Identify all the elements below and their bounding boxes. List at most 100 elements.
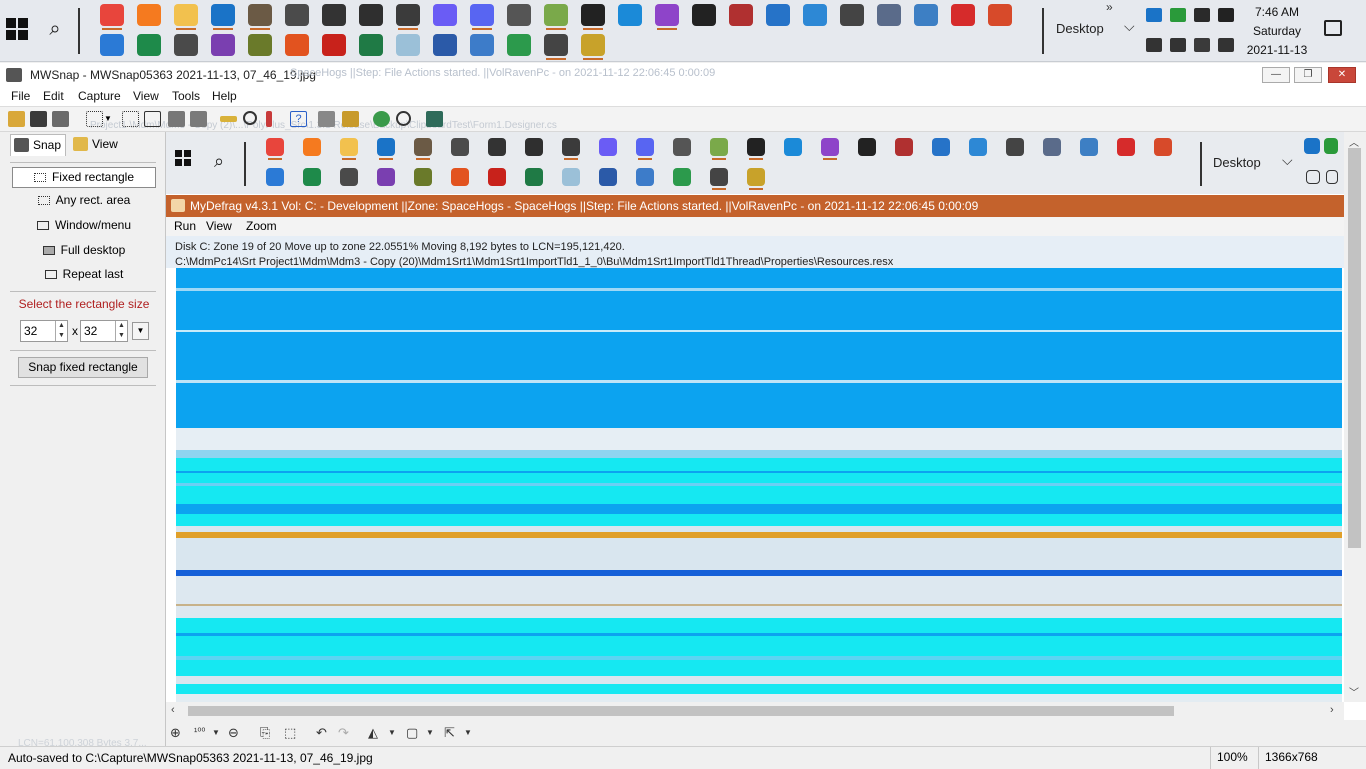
- checklist-icon[interactable]: [507, 4, 531, 26]
- fixed-rectangle-option[interactable]: Fixed rectangle: [12, 167, 156, 188]
- image-viewer[interactable]: ⌕ Desktop ⌵ MyDefrag v4.3.1 Vol: C: - De…: [166, 132, 1366, 720]
- help-icon[interactable]: ?: [290, 111, 307, 127]
- ruler-icon[interactable]: [220, 116, 237, 122]
- app-icon[interactable]: [729, 4, 753, 26]
- zoom-out-icon[interactable]: ⊖: [228, 724, 239, 742]
- repeat-last-option[interactable]: Repeat last: [12, 265, 156, 286]
- horizontal-scrollbar[interactable]: ‹ ›: [166, 702, 1344, 720]
- word-icon[interactable]: [433, 34, 457, 56]
- terminal-icon[interactable]: [581, 4, 605, 30]
- powershell-icon[interactable]: [766, 4, 790, 26]
- tool-icon[interactable]: [544, 4, 568, 30]
- exit-icon[interactable]: [426, 111, 443, 127]
- window-menu-option[interactable]: Window/menu: [12, 216, 156, 237]
- repeat-icon[interactable]: [190, 111, 207, 127]
- stepper-arrows[interactable]: ▲ ▼: [115, 321, 127, 341]
- gimp-icon[interactable]: [248, 4, 272, 30]
- scroll-left-icon[interactable]: ‹: [171, 704, 175, 716]
- app-icon[interactable]: [322, 4, 346, 26]
- display-icon[interactable]: [914, 4, 938, 26]
- calendar-tray-icon[interactable]: [1194, 38, 1210, 52]
- discord-icon[interactable]: [470, 4, 494, 30]
- width-stepper[interactable]: 32 ▲ ▼: [20, 320, 68, 342]
- close-button[interactable]: ✕: [1328, 67, 1356, 83]
- vertical-scrollbar[interactable]: ︿ ﹀: [1344, 132, 1366, 702]
- excel-icon[interactable]: [359, 34, 383, 56]
- size-preset-dropdown[interactable]: ▼: [132, 322, 149, 340]
- acrobat-icon[interactable]: [951, 4, 975, 26]
- dropdown-icon[interactable]: ▼: [104, 111, 114, 127]
- horizontal-scroll-thumb[interactable]: [188, 706, 1174, 716]
- document-icon[interactable]: [470, 34, 494, 56]
- messenger-icon[interactable]: [433, 4, 457, 26]
- desktop-icon[interactable]: [168, 111, 185, 127]
- shield-icon[interactable]: [1170, 8, 1186, 22]
- options-icon[interactable]: [318, 111, 335, 127]
- firefox-icon[interactable]: [137, 4, 161, 26]
- sheet-icon[interactable]: [507, 34, 531, 56]
- scroll-up-icon[interactable]: ︿: [1349, 134, 1359, 149]
- file-explorer-icon[interactable]: [174, 4, 198, 30]
- window-titlebar[interactable]: MWSnap - MWSnap05363 2021-11-13, 07_46_1…: [0, 63, 1366, 86]
- print-icon[interactable]: [52, 111, 69, 127]
- volume-icon[interactable]: [1170, 38, 1186, 52]
- menu-edit[interactable]: Edit: [43, 89, 64, 103]
- copy-icon[interactable]: ⎘: [260, 724, 270, 742]
- height-stepper[interactable]: 32 ▲ ▼: [80, 320, 128, 342]
- zoom-100-icon[interactable]: ¹⁰⁰: [194, 724, 205, 742]
- network-icon[interactable]: [877, 4, 901, 26]
- window-icon[interactable]: [144, 111, 161, 127]
- outlook-icon[interactable]: [211, 4, 235, 30]
- desktop-toolbar-label[interactable]: Desktop: [1056, 21, 1104, 36]
- any-rect-area-option[interactable]: Any rect. area: [12, 191, 156, 212]
- dropdown-icon[interactable]: ▼: [388, 724, 396, 742]
- scroll-down-icon[interactable]: ﹀: [1349, 684, 1359, 699]
- magnifier-icon[interactable]: [243, 111, 257, 125]
- menu-file[interactable]: File: [11, 89, 30, 103]
- dropdown-icon[interactable]: ▼: [464, 724, 472, 742]
- microphone-icon[interactable]: [1218, 8, 1234, 22]
- dropdown-icon[interactable]: ▼: [212, 724, 220, 742]
- redo-icon[interactable]: ↷: [338, 724, 349, 742]
- tab-snap[interactable]: Snap: [10, 134, 66, 156]
- save-icon[interactable]: [30, 111, 47, 127]
- palm-icon[interactable]: [248, 34, 272, 56]
- acrobat-icon[interactable]: [322, 34, 346, 56]
- flip-icon[interactable]: ◭: [368, 724, 378, 742]
- stepper-arrows[interactable]: ▲ ▼: [55, 321, 67, 341]
- network-tray-icon[interactable]: [1146, 38, 1162, 52]
- app-icon[interactable]: [174, 34, 198, 56]
- menu-help[interactable]: Help: [212, 89, 237, 103]
- fixed-rect-icon[interactable]: [86, 111, 103, 127]
- cursor-icon[interactable]: ⇱: [444, 724, 455, 742]
- dropdown-icon[interactable]: ▼: [426, 724, 434, 742]
- tab-view[interactable]: View: [70, 134, 128, 156]
- todo-icon[interactable]: [100, 34, 124, 56]
- open-icon[interactable]: [8, 111, 25, 127]
- app-icon[interactable]: [137, 34, 161, 56]
- mwsnap-app-icon[interactable]: [6, 68, 22, 82]
- notepad-icon[interactable]: [544, 34, 568, 60]
- menu-capture[interactable]: Capture: [78, 89, 121, 103]
- outlook-tray-icon[interactable]: [1146, 8, 1162, 22]
- myo-icon[interactable]: [581, 34, 605, 60]
- clock[interactable]: 7:46 AM Saturday 2021-11-13: [1242, 3, 1312, 60]
- visual-studio-icon[interactable]: [655, 4, 679, 30]
- minimize-button[interactable]: —: [1262, 67, 1290, 83]
- zoom-in-icon[interactable]: ⊕: [170, 724, 181, 742]
- office-icon[interactable]: [285, 34, 309, 56]
- menu-tools[interactable]: Tools: [172, 89, 200, 103]
- more-toolbar-items[interactable]: »: [1106, 0, 1113, 14]
- terminal-icon[interactable]: [692, 4, 716, 26]
- vscode-icon[interactable]: [618, 4, 642, 26]
- any-rect-icon[interactable]: [122, 111, 139, 127]
- frame-icon[interactable]: ▢: [406, 724, 418, 742]
- color-picker-icon[interactable]: [266, 111, 272, 127]
- menu-view[interactable]: View: [133, 89, 159, 103]
- crop-icon[interactable]: ⬚: [284, 724, 296, 742]
- maximize-button[interactable]: ❐: [1294, 67, 1322, 83]
- search-icon[interactable]: ⌕: [42, 16, 68, 42]
- app-icon[interactable]: [285, 4, 309, 26]
- snap-fixed-rectangle-button[interactable]: Snap fixed rectangle: [18, 357, 148, 378]
- vertical-scroll-thumb[interactable]: [1348, 148, 1361, 548]
